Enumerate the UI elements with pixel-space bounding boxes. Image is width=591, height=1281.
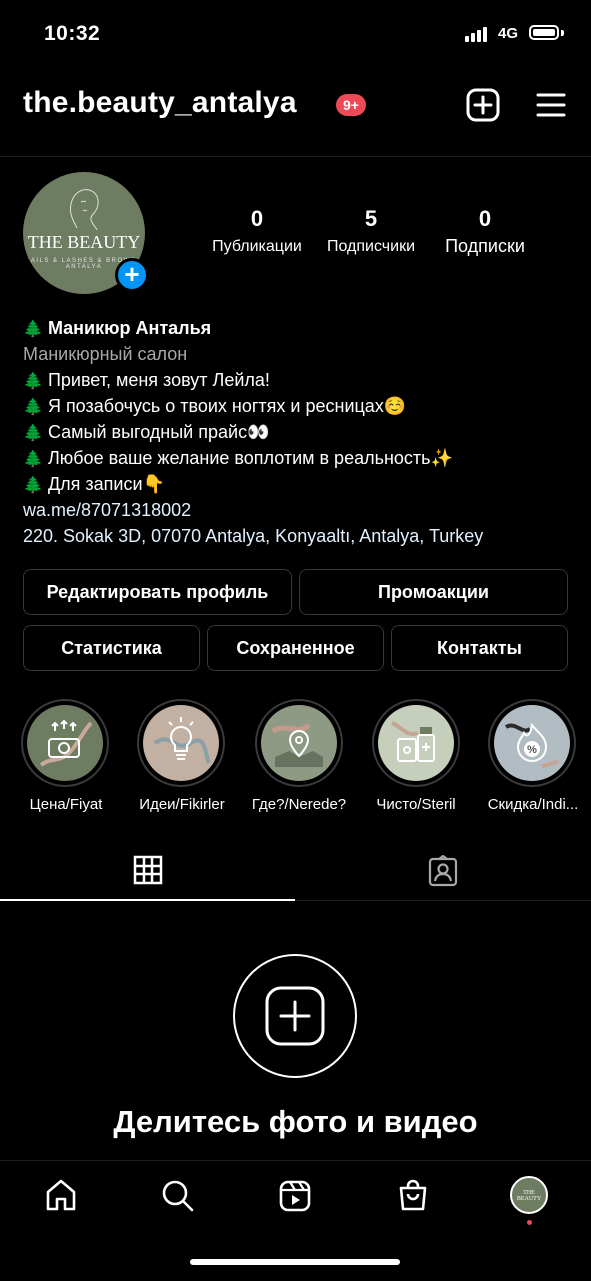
- sterile-icon: [378, 705, 454, 781]
- active-tab-indicator: [0, 899, 295, 901]
- search-icon[interactable]: [161, 1179, 195, 1213]
- home-indicator: [190, 1259, 400, 1265]
- highlight-label: Где?/Nerede?: [251, 796, 347, 813]
- price-icon: [27, 705, 103, 781]
- discount-icon: %: [494, 705, 570, 781]
- bio-line: 🌲 Самый выгодный прайс👀: [23, 419, 269, 447]
- bio-address[interactable]: 220. Sokak 3D, 07070 Antalya, Konyaaltı,…: [23, 523, 483, 549]
- add-post-icon: [265, 986, 325, 1046]
- bio-line-text: Для записи👇: [47, 474, 165, 494]
- tree-icon: 🌲: [23, 451, 43, 468]
- bio-name-text: Маникюр Анталья: [47, 318, 212, 338]
- highlight-discount[interactable]: %: [488, 699, 576, 787]
- stat-following[interactable]: 0 Подписки: [434, 206, 536, 257]
- stat-following-value: 0: [478, 206, 492, 231]
- shop-icon[interactable]: [396, 1178, 430, 1212]
- grid-icon[interactable]: [133, 855, 163, 885]
- map-pin-icon: [261, 705, 337, 781]
- stat-followers-value: 5: [364, 206, 378, 231]
- bio-link[interactable]: wa.me/87071318002: [23, 497, 191, 523]
- nav-avatar-text: THE BEAUTY: [516, 1190, 542, 1202]
- new-post-icon[interactable]: [466, 88, 500, 122]
- share-photo-button[interactable]: [233, 954, 357, 1078]
- add-story-button[interactable]: +: [115, 258, 149, 292]
- notification-dot: [527, 1220, 532, 1225]
- edit-profile-button[interactable]: Редактировать профиль: [23, 569, 292, 615]
- highlight-label: Скидка/Indi...: [487, 796, 579, 813]
- highlight-label: Идеи/Fikirler: [139, 796, 225, 813]
- notification-badge[interactable]: 9+: [336, 94, 366, 116]
- tree-icon: 🌲: [23, 477, 43, 494]
- tree-icon: 🌲: [23, 399, 43, 416]
- contacts-button[interactable]: Контакты: [391, 625, 568, 671]
- highlight-price[interactable]: [21, 699, 109, 787]
- promotions-button[interactable]: Промоакции: [299, 569, 568, 615]
- highlight-ideas[interactable]: [137, 699, 225, 787]
- bio-line: 🌲 Любое ваше желание воплотим в реальнос…: [23, 445, 453, 473]
- stat-followers-label: Подписчики: [326, 238, 415, 255]
- tree-icon: 🌲: [23, 425, 43, 442]
- header-divider: [0, 156, 591, 157]
- battery-icon: [529, 25, 559, 40]
- bio-line-text: Самый выгодный прайс👀: [47, 422, 270, 442]
- stat-following-label: Подписки: [445, 236, 525, 256]
- statistics-button[interactable]: Статистика: [23, 625, 200, 671]
- stat-posts-value: 0: [250, 206, 264, 231]
- home-icon[interactable]: [44, 1178, 78, 1212]
- stat-followers[interactable]: 5 Подписчики: [319, 206, 423, 256]
- lightbulb-icon: [143, 705, 219, 781]
- bio-line-text: Я позабочусь о твоих ногтях и ресницах☺️: [47, 396, 407, 416]
- bio-category: Маникюрный салон: [23, 344, 188, 364]
- highlight-sterile[interactable]: [372, 699, 460, 787]
- face-line-art: [70, 189, 99, 231]
- svg-text:%: %: [527, 744, 537, 756]
- bio-line: 🌲 Я позабочусь о твоих ногтях и ресницах…: [23, 393, 406, 421]
- profile-username[interactable]: the.beauty_antalya: [23, 86, 297, 120]
- highlight-label: Чисто/Steril: [376, 796, 456, 813]
- reels-icon[interactable]: [278, 1179, 312, 1213]
- avatar-brand-name: THE BEAUTY: [27, 232, 141, 252]
- signal-icon: [465, 27, 487, 42]
- highlight-location[interactable]: [255, 699, 343, 787]
- battery-cap: [561, 30, 564, 36]
- bio-line: 🌲 Привет, меня зовут Лейла!: [23, 367, 270, 395]
- status-time: 10:32: [44, 22, 101, 45]
- empty-state-title: Делитесь фото и видео: [113, 1104, 478, 1139]
- bio-line-text: Любое ваше желание воплотим в реальность…: [47, 448, 453, 468]
- bio-line-text: Привет, меня зовут Лейла!: [47, 370, 270, 390]
- tree-icon: 🌲: [23, 321, 43, 338]
- stat-posts[interactable]: 0 Публикации: [205, 206, 309, 256]
- bio-name: 🌲 Маникюр Анталья: [23, 315, 211, 343]
- profile-avatar-tab[interactable]: THE BEAUTY: [510, 1176, 548, 1214]
- network-type: 4G: [498, 25, 519, 42]
- menu-icon[interactable]: [536, 92, 566, 118]
- highlight-label: Цена/Fiyat: [29, 796, 103, 813]
- bio-line: 🌲 Для записи👇: [23, 471, 165, 499]
- saved-button[interactable]: Сохраненное: [207, 625, 384, 671]
- tree-icon: 🌲: [23, 373, 43, 390]
- tagged-icon[interactable]: [427, 855, 459, 887]
- stat-posts-label: Публикации: [212, 238, 302, 255]
